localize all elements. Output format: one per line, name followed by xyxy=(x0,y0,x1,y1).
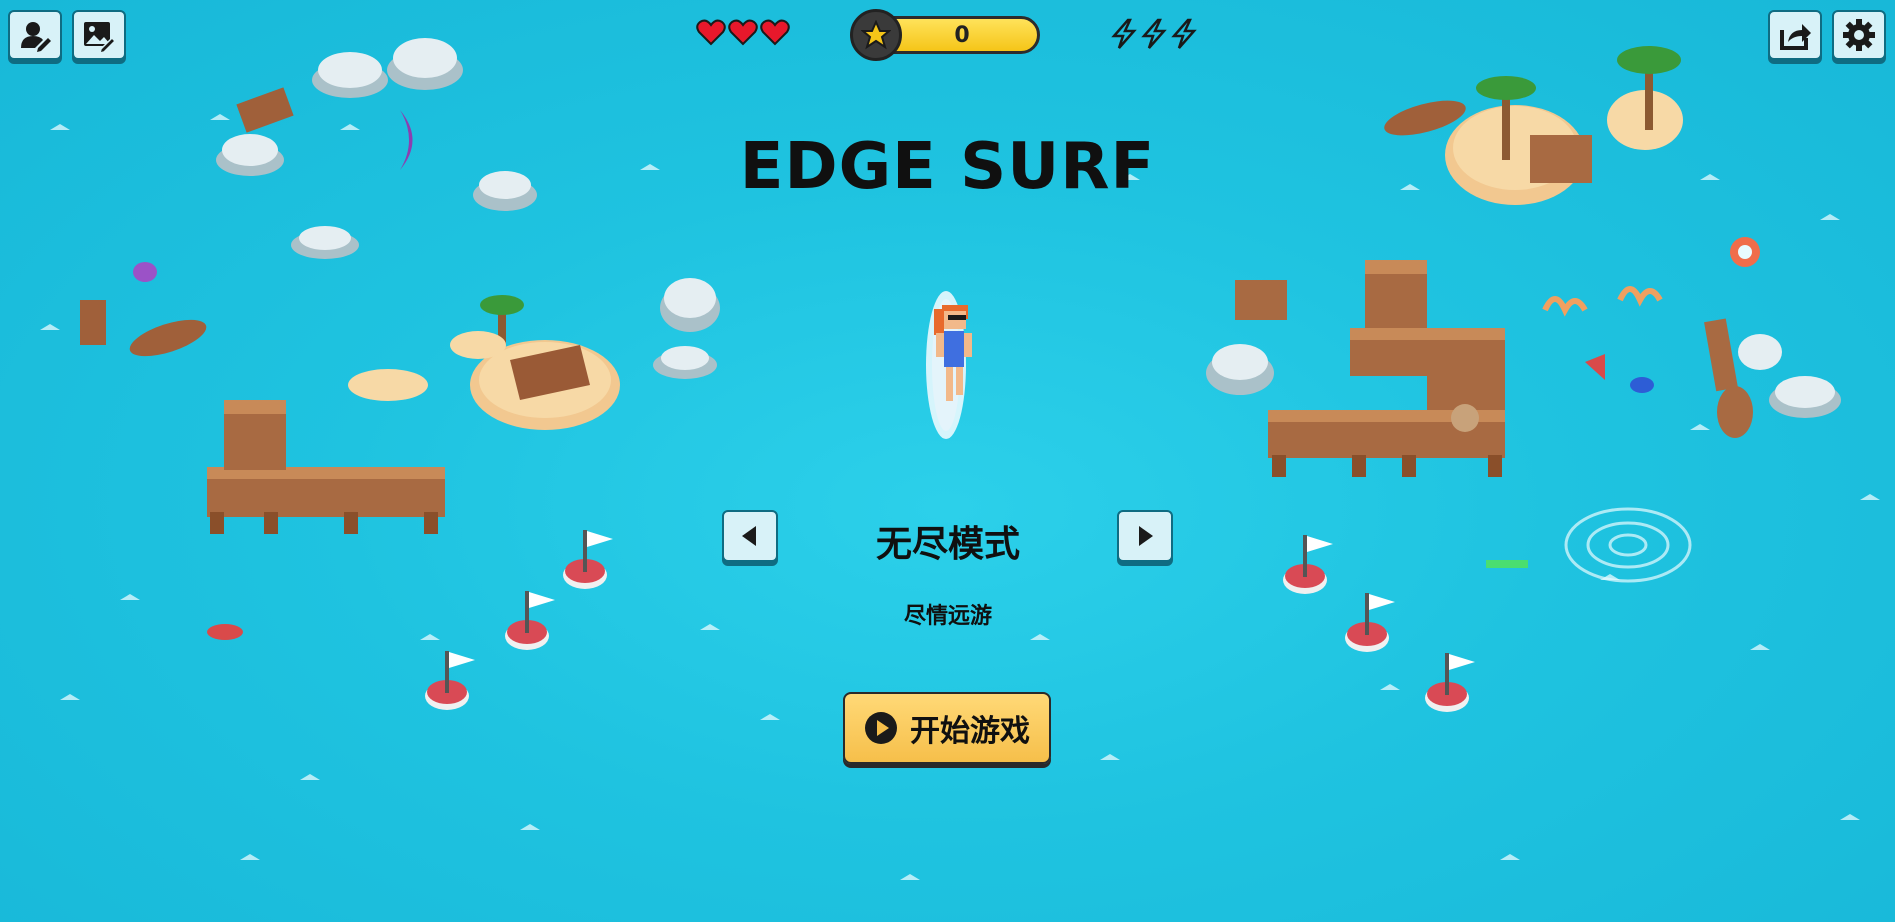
star-icon xyxy=(861,20,891,50)
mode-description: 尽情远游 xyxy=(903,604,992,629)
caret-left-icon xyxy=(742,526,756,546)
gear-icon xyxy=(1843,19,1875,51)
game-title: EDGE SURF xyxy=(739,130,1156,204)
game-stage: 0 EDGE SURF 无尽模式 尽情远游 开始游戏 xyxy=(0,0,1895,922)
settings-button[interactable] xyxy=(1832,10,1886,60)
surfer-character xyxy=(926,291,972,439)
lightning-icon xyxy=(1111,18,1137,49)
previous-mode-button[interactable] xyxy=(722,510,778,562)
heart-icon xyxy=(760,19,790,46)
start-game-label: 开始游戏 xyxy=(910,714,1030,749)
caret-right-icon xyxy=(1139,526,1153,546)
lightning-icon xyxy=(1141,18,1167,49)
next-mode-button[interactable] xyxy=(1117,510,1173,562)
skin-button[interactable] xyxy=(72,10,126,60)
play-icon xyxy=(865,712,897,744)
heart-icon xyxy=(696,19,726,46)
start-game-button[interactable]: 开始游戏 xyxy=(843,692,1051,764)
profile-edit-icon xyxy=(21,22,51,52)
image-edit-icon xyxy=(84,22,116,52)
energy-display xyxy=(1110,18,1198,50)
share-icon xyxy=(1780,24,1811,50)
heart-icon xyxy=(728,19,758,46)
mode-name: 无尽模式 xyxy=(875,524,1020,565)
profile-button[interactable] xyxy=(8,10,62,60)
lightning-icon xyxy=(1171,18,1197,49)
lives-display xyxy=(696,18,790,46)
score-badge xyxy=(850,9,902,61)
share-button[interactable] xyxy=(1768,10,1822,60)
score-value: 0 xyxy=(954,22,970,48)
